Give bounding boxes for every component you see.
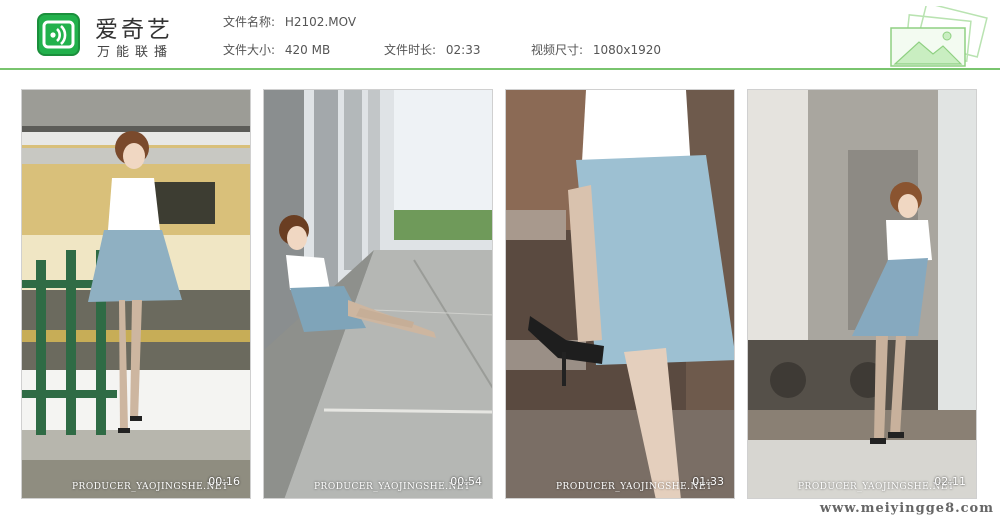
thumbnail-timestamp: 02:11 xyxy=(934,475,966,488)
video-thumbnail-4[interactable]: PRODUCER_YAOJINGSHE.NET 02:11 xyxy=(747,89,977,499)
file-duration-value: 02:33 xyxy=(445,43,481,57)
producer-watermark: PRODUCER_YAOJINGSHE.NET xyxy=(798,482,955,492)
file-size-info: 文件大小: 420 MB xyxy=(223,41,330,58)
file-name-value: H2102.MOV xyxy=(284,15,357,29)
video-dimension-value: 1080x1920 xyxy=(592,43,662,57)
producer-watermark: PRODUCER_YAOJINGSHE.NET xyxy=(556,482,713,492)
photo-stack-icon xyxy=(890,6,988,67)
video-dimension-info: 视频尺寸: 1080x1920 xyxy=(531,41,661,58)
header-divider xyxy=(0,68,1000,70)
file-size-label: 文件大小: xyxy=(223,43,276,57)
thumbnail-timestamp: 00:54 xyxy=(450,475,482,488)
thumbnail-timestamp: 00:16 xyxy=(208,475,240,488)
video-thumbnail-1[interactable]: PRODUCER_YAOJINGSHE.NET 00:16 xyxy=(21,89,251,499)
video-thumbnail-3[interactable]: PRODUCER_YAOJINGSHE.NET 01:33 xyxy=(505,89,735,499)
thumbnail-image-1 xyxy=(22,90,250,498)
file-duration-label: 文件时长: xyxy=(384,43,437,57)
thumbnail-timestamp: 01:33 xyxy=(692,475,724,488)
file-size-value: 420 MB xyxy=(284,43,331,57)
thumbnail-image-3 xyxy=(506,90,734,498)
file-name-info: 文件名称: H2102.MOV xyxy=(223,13,356,30)
producer-watermark: PRODUCER_YAOJINGSHE.NET xyxy=(314,482,471,492)
app-subtitle: 万能联播 xyxy=(97,45,174,60)
thumbnail-image-4 xyxy=(748,90,976,498)
site-watermark: www.meiyingge8.com xyxy=(819,501,994,516)
file-duration-info: 文件时长: 02:33 xyxy=(384,41,480,58)
iqiyi-logo-icon xyxy=(37,13,80,56)
thumbnail-image-2 xyxy=(264,90,492,498)
producer-watermark: PRODUCER_YAOJINGSHE.NET xyxy=(72,482,229,492)
video-dimension-label: 视频尺寸: xyxy=(531,43,584,57)
header: 爱奇艺 万能联播 文件名称: H2102.MOV 文件大小: 420 MB 文件… xyxy=(0,0,1000,70)
app-name: 爱奇艺 xyxy=(95,17,173,43)
file-name-label: 文件名称: xyxy=(223,15,276,29)
video-thumbnail-2[interactable]: PRODUCER_YAOJINGSHE.NET 00:54 xyxy=(263,89,493,499)
